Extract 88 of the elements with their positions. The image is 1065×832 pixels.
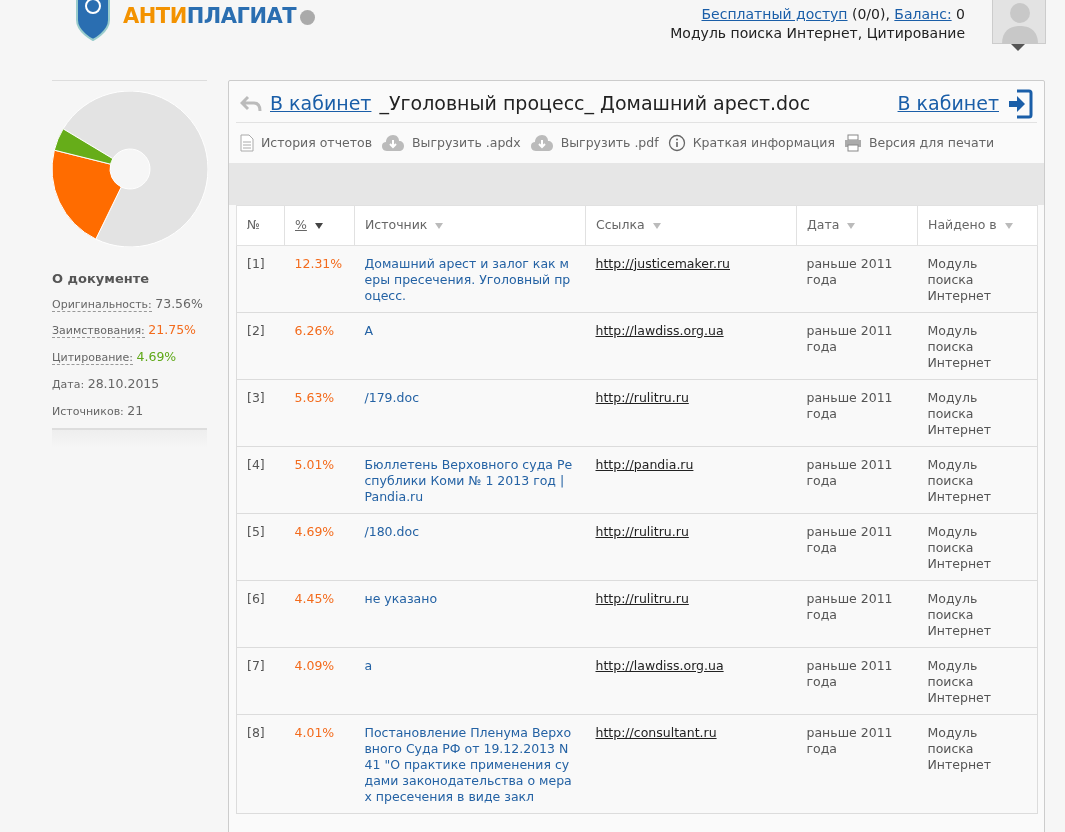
found-in-text: Модуль поиска Интернет: [927, 389, 992, 437]
percent-value: 4.69%: [294, 523, 335, 539]
url-link[interactable]: http://consultant.ru: [595, 724, 717, 740]
row-number: [5]: [247, 523, 265, 539]
found-in-text: Модуль поиска Интернет: [927, 724, 992, 772]
url-link[interactable]: http://lawdiss.org.ua: [595, 322, 724, 338]
source-link[interactable]: не указано: [364, 590, 576, 607]
source-link[interactable]: /180.doc: [364, 523, 576, 540]
dropdown-icon[interactable]: [300, 9, 316, 25]
document-icon[interactable]: [240, 134, 254, 152]
printer-icon[interactable]: [843, 134, 862, 152]
document-title: _Уголовный процесс_ Домашний арест.doc: [379, 91, 811, 117]
date-text: раньше 2011 года: [806, 590, 893, 622]
found-in-text: Модуль поиска Интернет: [927, 255, 992, 303]
shield-logo-icon: [75, 0, 111, 42]
column-header[interactable]: Дата: [807, 217, 856, 232]
source-link[interactable]: А: [364, 322, 576, 339]
found-in-text: Модуль поиска Интернет: [927, 456, 992, 504]
login-icon[interactable]: [1007, 88, 1033, 119]
row-number: [2]: [247, 322, 265, 338]
balance-value: 0: [956, 6, 965, 22]
percent-value: 12.31%: [294, 255, 343, 271]
date-text: раньше 2011 года: [806, 456, 893, 488]
dropdown-caret-icon[interactable]: [1011, 44, 1025, 51]
section-title: О документе: [52, 270, 151, 288]
row-number: [8]: [247, 724, 265, 740]
toolbar-link[interactable]: Версия для печати: [868, 133, 995, 153]
modules-text: Модуль поиска Интернет, Цитирование: [670, 24, 965, 43]
toolbar-link[interactable]: Выгрузить .pdf: [560, 133, 659, 153]
date-text: раньше 2011 года: [806, 255, 893, 287]
date-text: раньше 2011 года: [806, 322, 893, 354]
toolbar-link[interactable]: История отчетов: [261, 133, 372, 153]
date-text: раньше 2011 года: [806, 724, 893, 756]
url-link[interactable]: http://rulitru.ru: [595, 523, 689, 539]
percent-value: 5.01%: [294, 456, 335, 472]
percent-value: 4.01%: [294, 724, 335, 740]
free-access-count: (0/0),: [852, 6, 890, 22]
stat-value: 73.56%: [155, 295, 203, 311]
stat-label: Источников:: [52, 404, 124, 418]
percent-value: 4.45%: [294, 590, 335, 606]
toolbar-link[interactable]: Краткая информация: [692, 133, 835, 153]
row-number: [1]: [247, 255, 265, 271]
source-link[interactable]: Постановление Пленума Верховного Суда РФ от 19.12.2013 N 41 "О практике применения судами законодательства о мерах пресечения в виде закл: [364, 724, 576, 805]
balance-link[interactable]: Баланс:: [894, 6, 952, 22]
percent-value: 4.09%: [294, 657, 335, 673]
source-link[interactable]: Бюллетень Верховного суда Республики Коми № 1 2013 год | Pandia.ru: [364, 456, 576, 505]
info-icon[interactable]: [667, 134, 686, 152]
url-link[interactable]: http://rulitru.ru: [595, 590, 689, 606]
source-link[interactable]: /179.doc: [364, 389, 576, 406]
stat-value: 21: [127, 402, 144, 418]
row-number: [4]: [247, 456, 265, 472]
date-text: раньше 2011 года: [806, 523, 893, 555]
url-link[interactable]: http://rulitru.ru: [595, 389, 689, 405]
logo-text: АНТИПЛАГИАТ: [123, 3, 297, 31]
found-in-text: Модуль поиска Интернет: [927, 523, 992, 571]
stat-label: Дата:: [52, 377, 85, 391]
column-header[interactable]: Источник: [365, 217, 444, 232]
cloud-download-icon[interactable]: [381, 134, 405, 152]
back-arrow-icon[interactable]: [240, 94, 262, 113]
stat-value: 4.69%: [136, 349, 177, 364]
cabinet-link[interactable]: В кабинет: [897, 89, 999, 118]
stat-label: Цитирование:: [52, 351, 133, 365]
stat-value: 21.75%: [148, 322, 196, 338]
row-number: [6]: [247, 590, 265, 606]
source-link[interactable]: а: [364, 657, 576, 674]
percent-value: 6.26%: [294, 322, 335, 338]
column-header[interactable]: %: [295, 217, 323, 232]
found-in-text: Модуль поиска Интернет: [927, 590, 992, 638]
percent-value: 5.63%: [294, 389, 335, 405]
url-link[interactable]: http://lawdiss.org.ua: [595, 657, 724, 673]
stat-label: Заимствования:: [52, 324, 145, 339]
column-header: №: [247, 217, 260, 232]
source-link[interactable]: Домашний арест и залог как меры пресечения. Уголовный процесс.: [364, 255, 576, 304]
stat-value: 28.10.2015: [87, 375, 160, 391]
url-link[interactable]: http://pandia.ru: [595, 456, 694, 472]
date-text: раньше 2011 года: [806, 657, 893, 689]
column-header[interactable]: Ссылка: [596, 217, 661, 232]
found-in-text: Модуль поиска Интернет: [927, 657, 992, 705]
url-link[interactable]: http://justicemaker.ru: [595, 255, 730, 271]
stat-label: Оригинальность:: [52, 297, 152, 312]
toolbar-link[interactable]: Выгрузить .apdx: [412, 133, 521, 153]
row-number: [7]: [247, 657, 265, 673]
found-in-text: Модуль поиска Интернет: [927, 322, 992, 370]
cloud-download-icon[interactable]: [529, 134, 554, 152]
free-access-link[interactable]: Бесплатный доступ: [701, 6, 848, 22]
row-number: [3]: [247, 389, 265, 405]
date-text: раньше 2011 года: [806, 389, 893, 421]
cabinet-link[interactable]: В кабинет: [270, 89, 372, 118]
